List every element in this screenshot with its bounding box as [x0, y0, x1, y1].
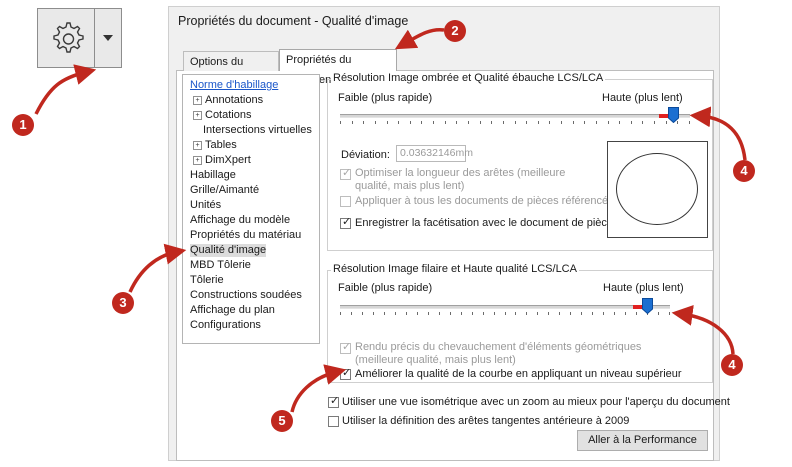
callout-badge-3: 3 — [112, 292, 134, 314]
callout-badge-1: 1 — [12, 114, 34, 136]
callout-badge-4b: 4 — [721, 354, 743, 376]
callout-badge-5: 5 — [271, 410, 293, 432]
callout-arrow-2 — [394, 27, 445, 50]
callout-arrows — [34, 27, 747, 413]
callout-arrow-1 — [34, 64, 97, 115]
callout-arrow-4b — [671, 304, 735, 355]
callout-arrow-5 — [290, 364, 347, 413]
callout-badge-4a: 4 — [733, 160, 755, 182]
callout-arrow-3 — [128, 243, 187, 293]
callout-badge-2: 2 — [444, 20, 466, 42]
callout-arrow-4a — [689, 106, 747, 161]
